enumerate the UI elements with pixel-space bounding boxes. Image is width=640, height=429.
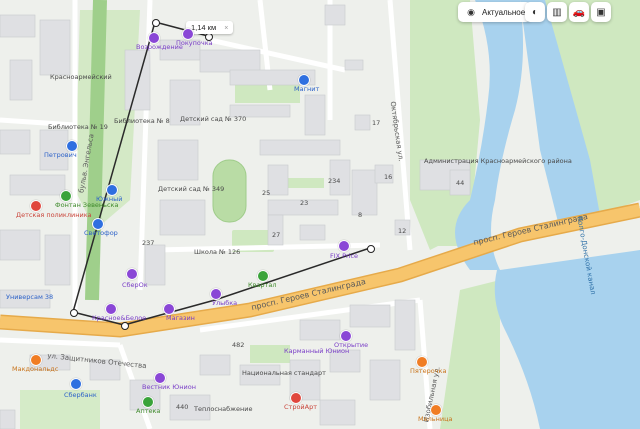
poi-label[interactable]: Вестник Юнион — [142, 384, 196, 391]
poi-label[interactable]: Квартал — [248, 282, 276, 289]
poi-label[interactable]: Аптека — [136, 408, 160, 415]
poi-label[interactable]: Карманный Юнион — [284, 348, 349, 355]
poi-label[interactable]: Универсам 38 — [6, 294, 53, 301]
building-number: 25 — [262, 189, 271, 197]
poi-label[interactable]: Магазин — [166, 315, 195, 322]
poi-label[interactable]: СберОк — [122, 282, 148, 289]
building-number: 482 — [232, 341, 245, 349]
actual-button[interactable]: Актуальное — [482, 8, 525, 17]
layers-toolbar: ◉ Актуальное — [458, 2, 532, 22]
bank-icon[interactable] — [126, 268, 138, 280]
building-number: 234 — [328, 177, 341, 185]
poi-label[interactable]: СтройАрт — [284, 404, 317, 411]
distance-value: 1,14 км — [191, 23, 217, 32]
poi-label[interactable]: Детская поликлиника — [16, 212, 92, 219]
car-icon[interactable]: 🚗 — [569, 2, 589, 22]
building-number: 23 — [300, 199, 309, 207]
poi-label[interactable]: Покупочка — [176, 40, 213, 47]
poi-label[interactable]: Школа № 126 — [194, 249, 240, 256]
poi-label[interactable]: Детский сад № 370 — [180, 116, 246, 123]
building-number: 440 — [176, 403, 189, 411]
poi-label[interactable]: Мельница — [418, 416, 452, 423]
poi-label[interactable]: Петрович — [44, 152, 77, 159]
poi-label[interactable]: Красноармейский — [50, 74, 112, 81]
poi-label[interactable]: Магнит — [294, 86, 319, 93]
transit-icon[interactable]: ▣ — [591, 2, 611, 22]
panorama-icon[interactable]: ▥ — [547, 2, 567, 22]
poi-label[interactable]: Национальная стандарт — [242, 370, 326, 377]
poi-label[interactable]: Улыбка — [212, 300, 237, 307]
poi-label[interactable]: Теплоснабжение — [194, 406, 253, 413]
building-number: 237 — [142, 239, 155, 247]
shop-icon[interactable] — [338, 240, 350, 252]
poi-label[interactable]: Детский сад № 349 — [158, 186, 224, 193]
poi-label[interactable]: Библиотека № 19 — [48, 124, 108, 131]
poi-label[interactable]: Администрация Красноармейского района — [424, 158, 572, 165]
building-number: 27 — [272, 231, 281, 239]
route-point[interactable] — [152, 19, 160, 27]
poi-label[interactable]: Пятерочка — [410, 368, 446, 375]
building-number: 12 — [398, 227, 407, 235]
poi-label[interactable]: Красное&Белое — [92, 315, 146, 322]
target-icon[interactable]: ◉ — [464, 5, 478, 19]
building-number: 44 — [456, 179, 465, 187]
route-point[interactable] — [367, 245, 375, 253]
traffic-icon[interactable]: ◐ — [525, 2, 545, 22]
poi-label[interactable]: FIX Price — [330, 253, 358, 260]
building-number: 16 — [384, 173, 393, 181]
close-icon[interactable]: × — [224, 25, 228, 32]
bank-icon[interactable] — [70, 378, 82, 390]
poi-label[interactable]: Библиотека № 8 — [114, 118, 170, 125]
poi-label[interactable]: Светофор — [84, 230, 118, 237]
route-point[interactable] — [70, 309, 78, 317]
building-number: 8 — [358, 211, 363, 219]
poi-label[interactable]: Сбербанк — [64, 392, 97, 399]
route-point[interactable] — [121, 322, 129, 330]
building-number: 17 — [372, 119, 381, 127]
poi-label[interactable]: Макдональдс — [12, 366, 58, 373]
poi-label[interactable]: Южный — [96, 196, 122, 203]
